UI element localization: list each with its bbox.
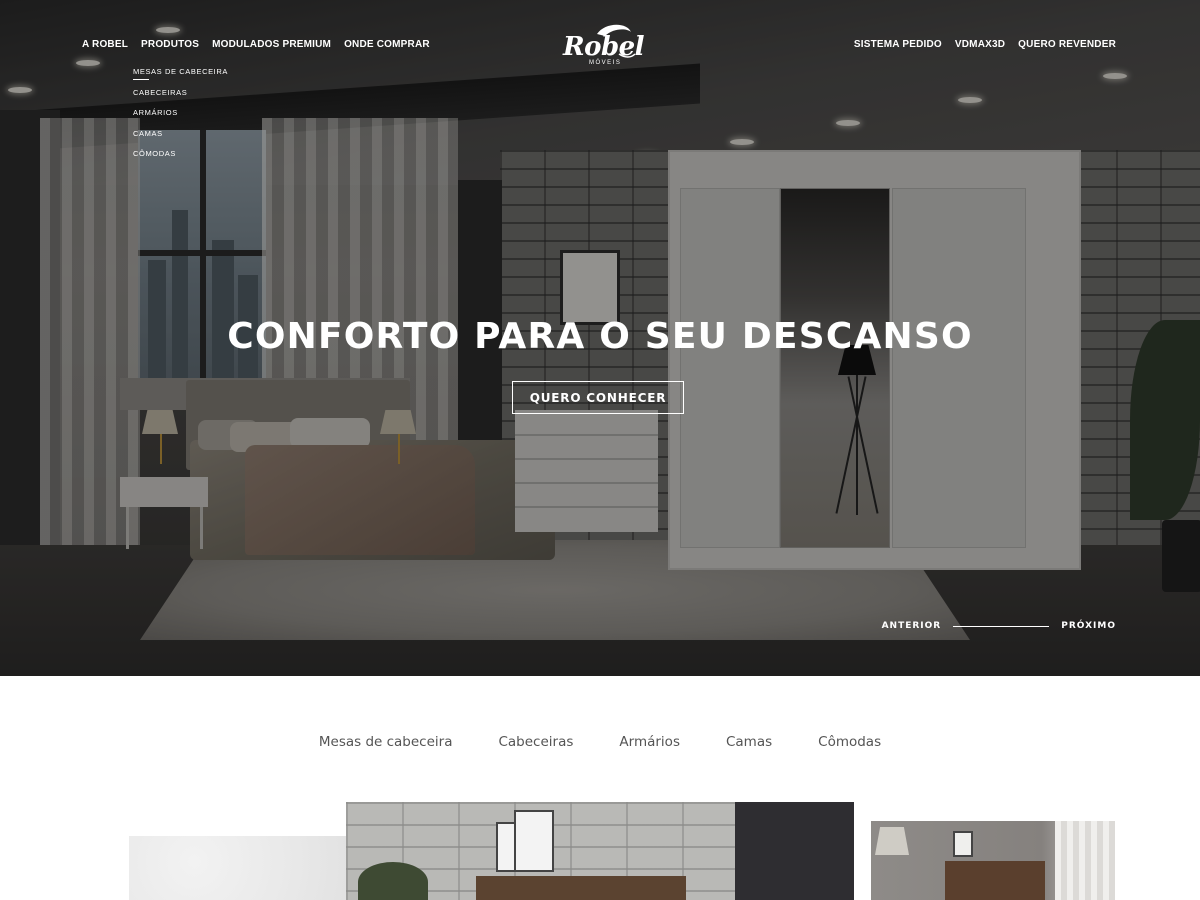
curtain <box>1055 821 1115 900</box>
table-lamp <box>875 827 909 855</box>
tab-comodas[interactable]: Cômodas <box>818 734 881 750</box>
nav-link-produtos[interactable]: PRODUTOS <box>141 39 199 50</box>
category-tabs: Mesas de cabeceira Cabeceiras Armários C… <box>0 734 1200 750</box>
product-tile-image[interactable] <box>871 821 1115 900</box>
tab-cabeceiras[interactable]: Cabeceiras <box>498 734 573 750</box>
submenu-item-mesas-de-cabeceira[interactable]: MESAS DE CABECEIRA <box>133 67 228 80</box>
hero-title: CONFORTO PARA O SEU DESCANSO <box>227 316 973 357</box>
nav-right: SISTEMA PEDIDO VDMAX3D QUERO REVENDER <box>854 39 1116 50</box>
logo-subtitle: MÓVEIS <box>589 60 622 66</box>
produtos-submenu: MESAS DE CABECEIRA CABECEIRAS ARMÁRIOS C… <box>133 67 228 160</box>
submenu-item-armarios[interactable]: ARMÁRIOS <box>133 108 228 119</box>
plant <box>358 862 428 900</box>
line-divider-icon <box>1001 625 1050 627</box>
picture-frame <box>514 810 554 872</box>
nav-link-vdmax3d[interactable]: VDMAX3D <box>955 39 1005 50</box>
submenu-item-cabeceiras[interactable]: CABECEIRAS <box>133 88 228 99</box>
nav-link-modulados-premium[interactable]: MODULADOS PREMIUM <box>212 39 331 50</box>
quero-conhecer-button[interactable]: QUERO CONHECER <box>512 381 684 414</box>
tab-mesas-de-cabeceira[interactable]: Mesas de cabeceira <box>319 734 453 750</box>
dark-wall <box>735 802 854 900</box>
submenu-item-label: MESAS DE CABECEIRA <box>133 67 228 76</box>
logo-wordmark: Robel <box>563 32 645 62</box>
dresser <box>945 861 1045 900</box>
nav-link-quero-revender[interactable]: QUERO REVENDER <box>1018 39 1116 50</box>
nav-link-onde-comprar[interactable]: ONDE COMPRAR <box>344 39 430 50</box>
tab-armarios[interactable]: Armários <box>619 734 680 750</box>
dresser <box>476 876 686 900</box>
robel-logo-icon[interactable]: Robel MÓVEIS <box>561 24 645 70</box>
slider-nav: ANTERIOR PRÓXIMO <box>882 621 1116 631</box>
active-underline <box>133 79 149 80</box>
product-tile-image[interactable] <box>129 836 346 900</box>
slider-prev-link[interactable]: ANTERIOR <box>882 621 942 631</box>
submenu-item-comodas[interactable]: CÔMODAS <box>133 149 228 160</box>
nav-link-a-robel[interactable]: A ROBEL <box>82 39 128 50</box>
nav-left: A ROBEL PRODUTOS MODULADOS PREMIUM ONDE … <box>82 39 430 50</box>
picture-frame <box>953 831 973 857</box>
submenu-item-camas[interactable]: CAMAS <box>133 129 228 140</box>
slider-next-link[interactable]: PRÓXIMO <box>1061 621 1116 631</box>
nav-link-sistema-pedido[interactable]: SISTEMA PEDIDO <box>854 39 942 50</box>
product-tile-image[interactable] <box>346 802 854 900</box>
line-divider-icon <box>953 625 1002 627</box>
tab-camas[interactable]: Camas <box>726 734 772 750</box>
